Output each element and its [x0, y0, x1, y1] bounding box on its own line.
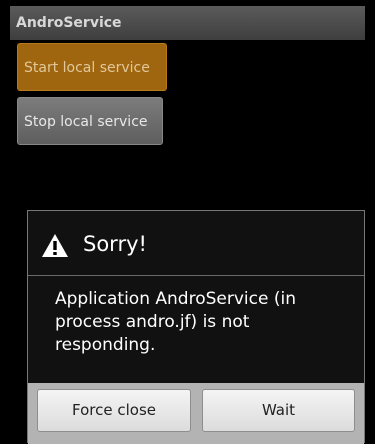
- dialog-divider: [28, 275, 364, 276]
- wait-button[interactable]: Wait: [202, 389, 355, 432]
- stop-local-service-button[interactable]: Stop local service: [17, 97, 163, 145]
- not-responding-dialog: Sorry! Application AndroService (in proc…: [27, 210, 365, 444]
- stop-local-service-label: Stop local service: [24, 114, 148, 130]
- dialog-message: Application AndroService (in process and…: [55, 289, 296, 355]
- warning-icon: [42, 234, 68, 257]
- force-close-label: Force close: [72, 401, 156, 419]
- start-local-service-label: Start local service: [24, 60, 150, 76]
- wait-label: Wait: [261, 401, 296, 419]
- app-title: AndroService: [16, 15, 122, 31]
- dialog-header: Sorry!: [28, 211, 364, 274]
- dialog-button-bar: Force close Wait: [28, 383, 364, 444]
- dialog-title: Sorry!: [83, 232, 147, 256]
- force-close-button[interactable]: Force close: [37, 389, 191, 432]
- app-title-bar: AndroService: [10, 6, 365, 40]
- start-local-service-button[interactable]: Start local service: [17, 43, 167, 91]
